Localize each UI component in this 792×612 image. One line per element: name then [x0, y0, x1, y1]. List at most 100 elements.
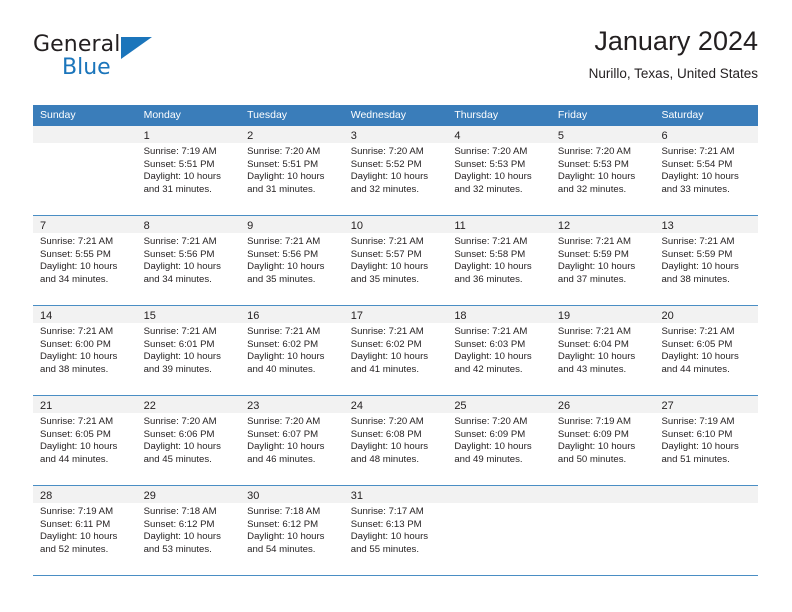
day-info: Sunrise: 7:20 AM Sunset: 6:08 PM Dayligh…	[344, 413, 448, 466]
calendar-day-cell-28[interactable]: 28 Sunrise: 7:19 AM Sunset: 6:11 PM Dayl…	[33, 486, 137, 575]
calendar-day-cell-19[interactable]: 19 Sunrise: 7:21 AM Sunset: 6:04 PM Dayl…	[550, 306, 655, 395]
calendar-day-cell-14[interactable]: 14 Sunrise: 7:21 AM Sunset: 6:00 PM Dayl…	[33, 306, 137, 395]
calendar-day-cell-12[interactable]: 12 Sunrise: 7:21 AM Sunset: 5:59 PM Dayl…	[550, 216, 655, 305]
day-info: Sunrise: 7:21 AM Sunset: 5:57 PM Dayligh…	[344, 233, 448, 286]
day-info: Sunrise: 7:21 AM Sunset: 5:54 PM Dayligh…	[654, 143, 758, 196]
calendar-day-cell-13[interactable]: 13 Sunrise: 7:21 AM Sunset: 5:59 PM Dayl…	[654, 216, 759, 305]
logo-text-blue: Blue	[62, 55, 111, 80]
calendar-day-cell-25[interactable]: 25 Sunrise: 7:20 AM Sunset: 6:09 PM Dayl…	[447, 396, 551, 485]
day-info: Sunrise: 7:19 AM Sunset: 6:10 PM Dayligh…	[654, 413, 758, 466]
calendar-day-cell-31[interactable]: 31 Sunrise: 7:17 AM Sunset: 6:13 PM Dayl…	[343, 486, 448, 575]
sunrise-text: Sunrise: 7:17 AM	[350, 506, 424, 517]
calendar-day-cell-5[interactable]: 5 Sunrise: 7:20 AM Sunset: 5:53 PM Dayli…	[550, 126, 655, 215]
day-number: 10	[350, 220, 363, 232]
sunrise-text: Sunrise: 7:19 AM	[40, 506, 114, 517]
calendar-day-cell-11[interactable]: 11 Sunrise: 7:21 AM Sunset: 5:58 PM Dayl…	[447, 216, 551, 305]
calendar-day-cell-8[interactable]: 8 Sunrise: 7:21 AM Sunset: 5:56 PM Dayli…	[136, 216, 241, 305]
day-info: Sunrise: 7:21 AM Sunset: 5:59 PM Dayligh…	[654, 233, 758, 286]
day-number: 8	[143, 220, 150, 232]
weekday-header-row: Sunday Monday Tuesday Wednesday Thursday…	[33, 105, 758, 126]
sunrise-text: Sunrise: 7:21 AM	[661, 146, 735, 157]
day-number: 17	[350, 310, 363, 322]
calendar-day-cell-20[interactable]: 20 Sunrise: 7:21 AM Sunset: 6:05 PM Dayl…	[654, 306, 759, 395]
day-info: Sunrise: 7:18 AM Sunset: 6:12 PM Dayligh…	[240, 503, 344, 556]
daylight-text-line1: Daylight: 10 hours	[454, 351, 532, 363]
day-number: 11	[454, 220, 466, 232]
day-info: Sunrise: 7:21 AM Sunset: 5:58 PM Dayligh…	[447, 233, 551, 286]
calendar-day-cell-15[interactable]: 15 Sunrise: 7:21 AM Sunset: 6:01 PM Dayl…	[136, 306, 241, 395]
calendar-day-cell-4[interactable]: 4 Sunrise: 7:20 AM Sunset: 5:53 PM Dayli…	[447, 126, 551, 215]
calendar-day-cell-21[interactable]: 21 Sunrise: 7:21 AM Sunset: 6:05 PM Dayl…	[33, 396, 137, 485]
sunrise-text: Sunrise: 7:21 AM	[350, 236, 424, 247]
calendar-day-cell-16[interactable]: 16 Sunrise: 7:21 AM Sunset: 6:02 PM Dayl…	[240, 306, 344, 395]
calendar-day-cell-9[interactable]: 9 Sunrise: 7:21 AM Sunset: 5:56 PM Dayli…	[240, 216, 344, 305]
daylight-text-line1: Daylight: 10 hours	[557, 441, 636, 453]
calendar-day-cell-17[interactable]: 17 Sunrise: 7:21 AM Sunset: 6:02 PM Dayl…	[343, 306, 448, 395]
calendar-day-cell-2[interactable]: 2 Sunrise: 7:20 AM Sunset: 5:51 PM Dayli…	[240, 126, 344, 215]
calendar-day-cell-6[interactable]: 6 Sunrise: 7:21 AM Sunset: 5:54 PM Dayli…	[654, 126, 759, 215]
sunset-text: Sunset: 6:02 PM	[350, 338, 422, 350]
sunset-text: Sunset: 6:03 PM	[454, 338, 526, 350]
day-info: Sunrise: 7:20 AM Sunset: 6:09 PM Dayligh…	[447, 413, 551, 466]
day-number-band: 9	[240, 216, 344, 233]
calendar-day-cell-empty	[550, 486, 655, 575]
sunrise-text: Sunrise: 7:20 AM	[247, 146, 321, 157]
day-info: Sunrise: 7:21 AM Sunset: 6:02 PM Dayligh…	[240, 323, 344, 376]
daylight-text-line2: and 32 minutes.	[350, 183, 420, 195]
calendar-day-cell-7[interactable]: 7 Sunrise: 7:21 AM Sunset: 5:55 PM Dayli…	[33, 216, 137, 305]
day-number: 21	[40, 400, 53, 412]
day-number-band: 28	[33, 486, 137, 503]
calendar-day-cell-30[interactable]: 30 Sunrise: 7:18 AM Sunset: 6:12 PM Dayl…	[240, 486, 344, 575]
day-number-band: 20	[654, 306, 759, 323]
daylight-text-line1: Daylight: 10 hours	[143, 171, 221, 183]
calendar-day-cell-29[interactable]: 29 Sunrise: 7:18 AM Sunset: 6:12 PM Dayl…	[136, 486, 241, 575]
day-number-band: 26	[550, 396, 655, 413]
calendar-day-cell-27[interactable]: 27 Sunrise: 7:19 AM Sunset: 6:10 PM Dayl…	[654, 396, 759, 485]
daylight-text-line2: and 44 minutes.	[661, 363, 730, 375]
daylight-text-line1: Daylight: 10 hours	[350, 171, 429, 183]
sunset-text: Sunset: 6:12 PM	[247, 518, 319, 530]
day-number-band: 29	[136, 486, 241, 503]
calendar-day-cell-26[interactable]: 26 Sunrise: 7:19 AM Sunset: 6:09 PM Dayl…	[550, 396, 655, 485]
day-info: Sunrise: 7:21 AM Sunset: 6:02 PM Dayligh…	[344, 323, 448, 376]
sunrise-text: Sunrise: 7:19 AM	[143, 146, 217, 157]
sunrise-text: Sunrise: 7:21 AM	[661, 326, 735, 337]
day-number-band: 12	[550, 216, 655, 233]
daylight-text-line2: and 45 minutes.	[143, 453, 212, 465]
sunrise-text: Sunrise: 7:20 AM	[454, 416, 528, 427]
day-info: Sunrise: 7:21 AM Sunset: 6:05 PM Dayligh…	[33, 413, 137, 466]
daylight-text-line1: Daylight: 10 hours	[661, 351, 739, 363]
sunrise-text: Sunrise: 7:21 AM	[557, 326, 631, 337]
sunset-text: Sunset: 6:12 PM	[143, 518, 215, 530]
daylight-text-line2: and 41 minutes.	[350, 363, 420, 375]
daylight-text-line2: and 44 minutes.	[40, 453, 109, 465]
calendar-week-row-2: 7 Sunrise: 7:21 AM Sunset: 5:55 PM Dayli…	[33, 216, 759, 306]
day-info: Sunrise: 7:19 AM Sunset: 6:09 PM Dayligh…	[551, 413, 655, 466]
calendar-day-cell-3[interactable]: 3 Sunrise: 7:20 AM Sunset: 5:52 PM Dayli…	[343, 126, 448, 215]
sunrise-text: Sunrise: 7:21 AM	[143, 326, 217, 337]
sunset-text: Sunset: 6:07 PM	[247, 428, 319, 440]
calendar-day-cell-24[interactable]: 24 Sunrise: 7:20 AM Sunset: 6:08 PM Dayl…	[343, 396, 448, 485]
calendar-day-cell-1[interactable]: 1 Sunrise: 7:19 AM Sunset: 5:51 PM Dayli…	[136, 126, 241, 215]
day-number-band: 10	[343, 216, 448, 233]
calendar-day-cell-22[interactable]: 22 Sunrise: 7:20 AM Sunset: 6:06 PM Dayl…	[136, 396, 241, 485]
sunrise-text: Sunrise: 7:18 AM	[247, 506, 321, 517]
day-number-band: 5	[550, 126, 655, 143]
sunrise-text: Sunrise: 7:18 AM	[143, 506, 217, 517]
day-number-band	[654, 486, 759, 503]
day-number: 3	[350, 130, 357, 142]
daylight-text-line1: Daylight: 10 hours	[350, 351, 429, 363]
sunrise-text: Sunrise: 7:21 AM	[247, 236, 321, 247]
day-number-band: 11	[447, 216, 551, 233]
sunrise-text: Sunrise: 7:21 AM	[247, 326, 321, 337]
calendar-day-cell-18[interactable]: 18 Sunrise: 7:21 AM Sunset: 6:03 PM Dayl…	[447, 306, 551, 395]
calendar-day-cell-10[interactable]: 10 Sunrise: 7:21 AM Sunset: 5:57 PM Dayl…	[343, 216, 448, 305]
day-info: Sunrise: 7:20 AM Sunset: 5:51 PM Dayligh…	[240, 143, 344, 196]
day-number: 5	[557, 130, 565, 142]
sunrise-text: Sunrise: 7:20 AM	[350, 416, 424, 427]
day-info: Sunrise: 7:21 AM Sunset: 6:03 PM Dayligh…	[447, 323, 551, 376]
calendar-day-cell-23[interactable]: 23 Sunrise: 7:20 AM Sunset: 6:07 PM Dayl…	[240, 396, 344, 485]
daylight-text-line2: and 32 minutes.	[454, 183, 523, 195]
daylight-text-line2: and 34 minutes.	[40, 273, 109, 285]
daylight-text-line2: and 46 minutes.	[247, 453, 316, 465]
